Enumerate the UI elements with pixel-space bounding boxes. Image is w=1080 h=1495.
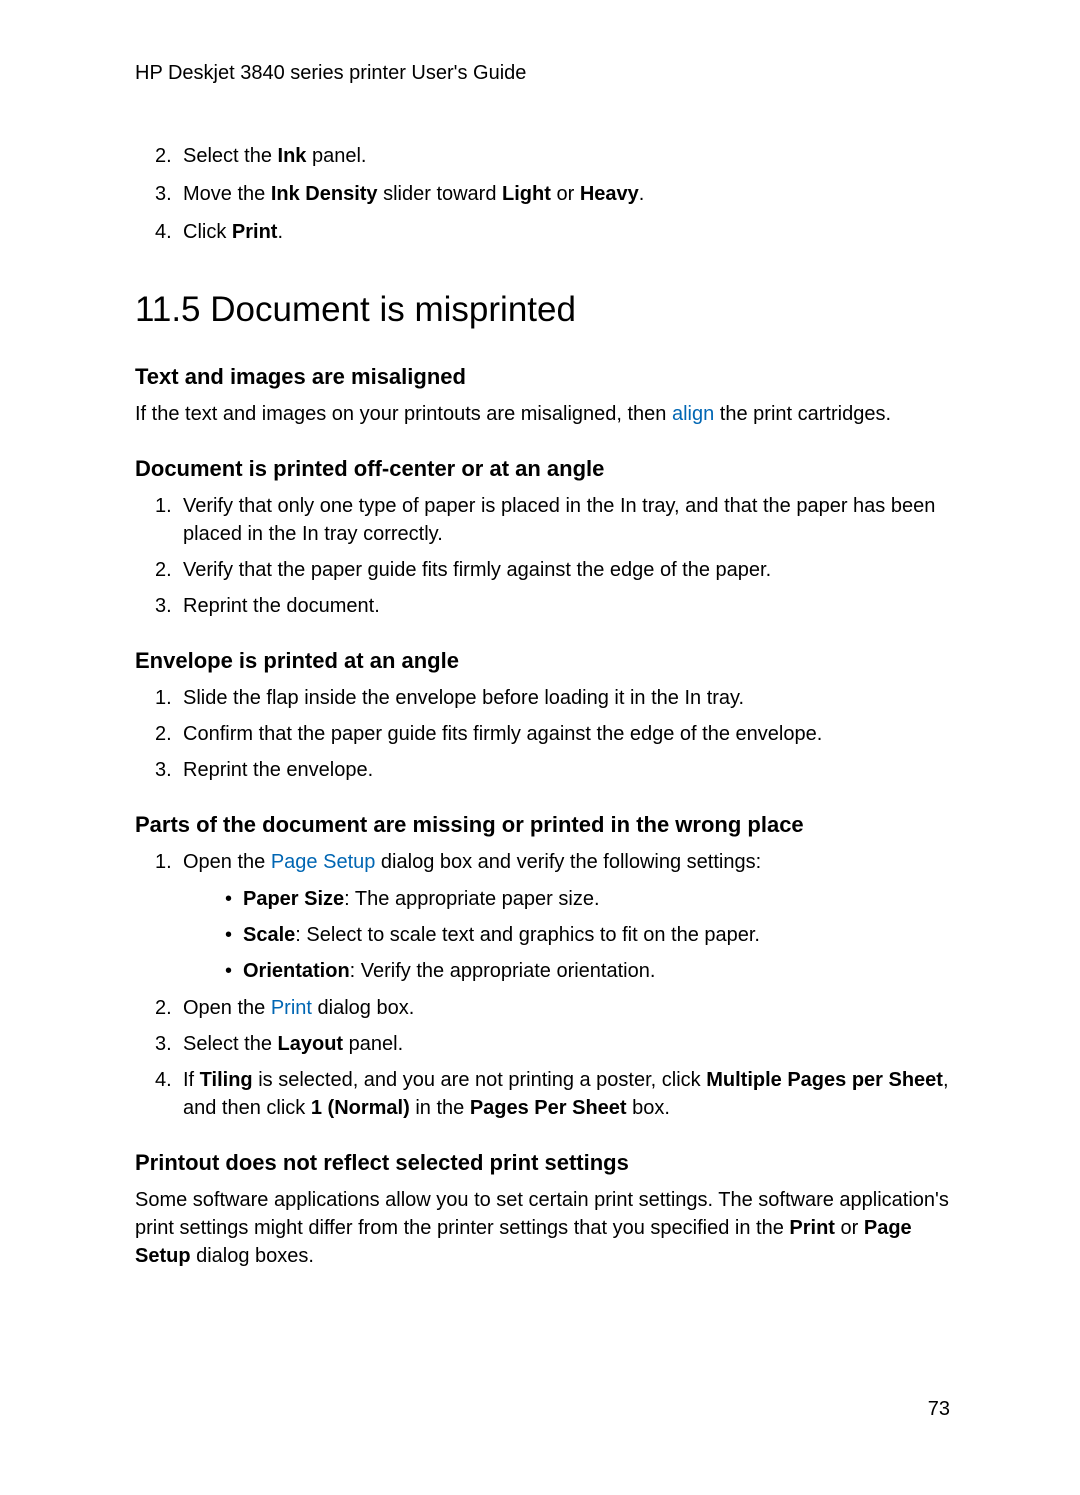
item-number: 1. [155,848,172,876]
print-link[interactable]: Print [271,997,312,1019]
item-number: 1. [155,684,172,712]
subsection-heading: Document is printed off-center or at an … [135,456,950,482]
item-text: Open the [183,851,271,873]
page-number: 73 [928,1398,950,1421]
list-item: 3. Reprint the envelope. [155,756,950,784]
item-number: 2. [155,994,172,1022]
item-number: 4. [155,1066,172,1094]
item-text: Reprint the envelope. [183,759,373,781]
para-text: the print cartridges. [714,403,891,425]
para-text: If the text and images on your printouts… [135,403,672,425]
item-bold: Paper Size [243,888,344,910]
list-item: 3. Select the Layout panel. [155,1030,950,1058]
item-text: or [551,183,580,205]
list-item: 3. Reprint the document. [155,592,950,620]
subsection-heading: Parts of the document are missing or pri… [135,812,950,838]
item-text: Move the [183,183,271,205]
section-heading: 11.5 Document is misprinted [135,290,950,330]
item-text: Verify that only one type of paper is pl… [183,495,935,545]
item-text: Confirm that the paper guide fits firmly… [183,723,822,745]
item-text: dialog box and verify the following sett… [375,851,761,873]
item-bold: Tiling [200,1069,253,1091]
item-text: . [277,221,283,243]
para-text: dialog boxes. [191,1245,314,1267]
numbered-list: 1. Open the Page Setup dialog box and ve… [155,848,950,1122]
list-item: 2. Confirm that the paper guide fits fir… [155,720,950,748]
subsection-heading: Text and images are misaligned [135,364,950,390]
item-text: panel. [306,145,366,167]
numbered-list: 1. Verify that only one type of paper is… [155,492,950,620]
item-bold: Scale [243,924,295,946]
item-text: : Verify the appropriate orientation. [350,960,656,982]
item-text: box. [627,1097,670,1119]
list-item: 4. Click Print. [155,217,950,248]
item-text: If [183,1069,200,1091]
item-text: Slide the flap inside the envelope befor… [183,687,744,709]
item-number: 3. [155,592,172,620]
item-text: slider toward [378,183,503,205]
page-header: HP Deskjet 3840 series printer User's Gu… [135,62,950,85]
list-item: 1. Open the Page Setup dialog box and ve… [155,848,950,986]
list-item: 2. Open the Print dialog box. [155,994,950,1022]
item-bold: Multiple Pages per Sheet [706,1069,943,1091]
item-bold: Layout [278,1033,344,1055]
item-bold: Orientation [243,960,350,982]
list-item: Paper Size: The appropriate paper size. [225,884,950,914]
para-bold: Print [789,1217,835,1239]
list-item: Scale: Select to scale text and graphics… [225,920,950,950]
numbered-list: 1. Slide the flap inside the envelope be… [155,684,950,784]
bullet-list: Paper Size: The appropriate paper size. … [225,884,950,986]
list-item: 3. Move the Ink Density slider toward Li… [155,179,950,210]
item-bold: Ink Density [271,183,378,205]
item-text: : The appropriate paper size. [344,888,599,910]
item-bold: 1 (Normal) [311,1097,410,1119]
item-text: is selected, and you are not printing a … [253,1069,707,1091]
item-text: . [639,183,645,205]
list-item: Orientation: Verify the appropriate orie… [225,956,950,986]
paragraph: Some software applications allow you to … [135,1186,950,1270]
list-item: 4. If Tiling is selected, and you are no… [155,1066,950,1122]
item-text: Click [183,221,232,243]
item-number: 3. [155,1030,172,1058]
item-text: Verify that the paper guide fits firmly … [183,559,771,581]
subsection-heading: Printout does not reflect selected print… [135,1150,950,1176]
item-text: : Select to scale text and graphics to f… [295,924,760,946]
item-number: 2. [155,556,172,584]
list-item: 2. Verify that the paper guide fits firm… [155,556,950,584]
item-number: 1. [155,492,172,520]
item-number: 2. [155,141,172,172]
item-bold: Heavy [580,183,639,205]
item-number: 4. [155,217,172,248]
item-text: Reprint the document. [183,595,380,617]
item-text: Open the [183,997,271,1019]
item-number: 3. [155,179,172,210]
top-steps-list: 2. Select the Ink panel. 3. Move the Ink… [155,141,950,248]
paragraph: If the text and images on your printouts… [135,400,950,428]
item-bold: Ink [278,145,307,167]
item-bold: Print [232,221,278,243]
item-number: 2. [155,720,172,748]
item-number: 3. [155,756,172,784]
item-text: dialog box. [312,997,414,1019]
item-text: Select the [183,145,278,167]
subsection-heading: Envelope is printed at an angle [135,648,950,674]
list-item: 1. Verify that only one type of paper is… [155,492,950,548]
item-bold: Pages Per Sheet [470,1097,627,1119]
item-text: panel. [343,1033,403,1055]
align-link[interactable]: align [672,403,714,425]
list-item: 2. Select the Ink panel. [155,141,950,172]
para-text: or [835,1217,864,1239]
item-text: in the [410,1097,470,1119]
item-text: Select the [183,1033,278,1055]
page-setup-link[interactable]: Page Setup [271,851,376,873]
list-item: 1. Slide the flap inside the envelope be… [155,684,950,712]
item-bold: Light [502,183,551,205]
